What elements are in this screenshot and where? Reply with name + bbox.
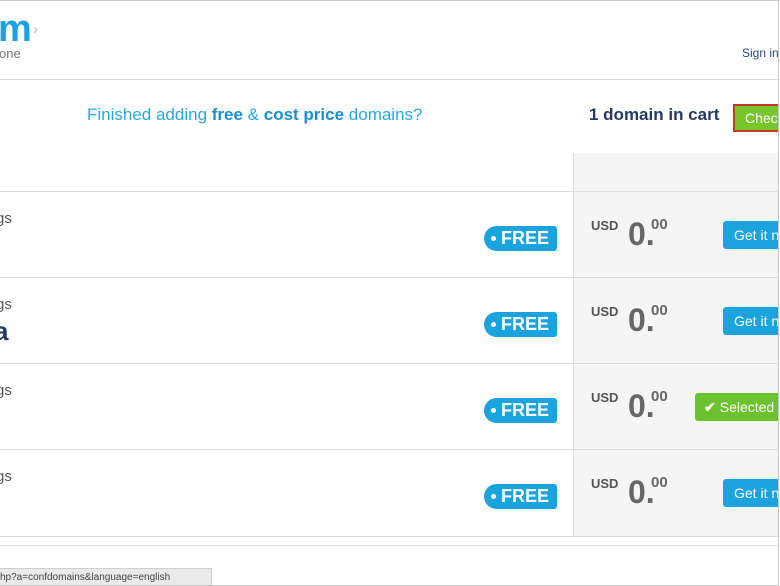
free-badge: FREE — [484, 312, 557, 337]
prompt-suffix: domains? — [344, 105, 423, 124]
row-divider — [0, 536, 778, 537]
domain-row: gs FREE USD 0. 00 ✔Selected — [0, 364, 778, 450]
free-badge-label: FREE — [501, 314, 550, 334]
browser-viewport: m › one Sign in Finished adding free & c… — [0, 0, 779, 586]
get-it-now-button[interactable]: Get it no — [723, 221, 778, 249]
price-cents: 00 — [651, 216, 668, 233]
domain-name-fragment: gs — [0, 468, 12, 485]
selected-button[interactable]: ✔ Selected — [695, 393, 778, 421]
get-it-now-button[interactable]: Get it no — [723, 307, 778, 335]
browser-status-bar: hp?a=confdomains&language=english — [0, 568, 212, 585]
selected-label: Selected — [719, 399, 775, 415]
prompt-amp: & — [242, 105, 264, 124]
price-currency: USD — [591, 390, 619, 405]
free-badge: FREE — [484, 226, 557, 251]
badge-dot-icon — [491, 322, 496, 327]
header-divider — [0, 79, 778, 80]
free-badge-label: FREE — [501, 486, 550, 506]
logo[interactable]: m — [0, 7, 32, 51]
free-badge-label: FREE — [501, 228, 550, 248]
price-currency: USD — [591, 218, 619, 233]
domain-tld-fragment: l — [0, 230, 1, 260]
badge-dot-icon — [491, 408, 496, 413]
logo-subtitle: one — [0, 46, 21, 61]
footer-divider — [0, 545, 778, 546]
domain-name-fragment: gs — [0, 210, 12, 227]
status-url: hp?a=confdomains&language=english — [0, 572, 171, 583]
domain-row: gs l FREE USD 0. 00 Get it no — [0, 192, 778, 278]
prompt-free: free — [211, 105, 243, 124]
prompt-prefix: Finished adding — [87, 105, 212, 124]
domain-tld-fragment: a — [0, 316, 8, 346]
free-badge: FREE — [484, 398, 557, 423]
badge-dot-icon — [491, 494, 496, 499]
cart-count: 1 domain in cart — [589, 105, 720, 124]
sign-in-link[interactable]: Sign in — [742, 46, 778, 60]
checkmark-icon: ✔ — [704, 399, 716, 415]
domain-name-fragment: gs — [0, 382, 12, 399]
prompt-cost-price: cost price — [263, 105, 345, 124]
breadcrumb-chevron-icon: › — [33, 21, 38, 38]
domain-row: gs l FREE USD 0. 00 Get it no — [0, 450, 778, 536]
checkout-button[interactable]: Check — [733, 104, 778, 132]
free-badge-label: FREE — [501, 400, 550, 420]
price-cents: 00 — [651, 302, 668, 319]
domain-name-fragment: gs — [0, 296, 12, 313]
domain-row: gs a FREE USD 0. 00 Get it no — [0, 278, 778, 364]
cart-prompt: Finished adding free & cost price domain… — [87, 105, 423, 125]
get-it-now-button[interactable]: Get it no — [723, 479, 778, 507]
domain-tld-fragment: l — [0, 488, 1, 518]
free-badge: FREE — [484, 484, 557, 509]
badge-dot-icon — [491, 236, 496, 241]
price-cents: 00 — [651, 388, 668, 405]
price-currency: USD — [591, 476, 619, 491]
price-currency: USD — [591, 304, 619, 319]
price-cents: 00 — [651, 474, 668, 491]
